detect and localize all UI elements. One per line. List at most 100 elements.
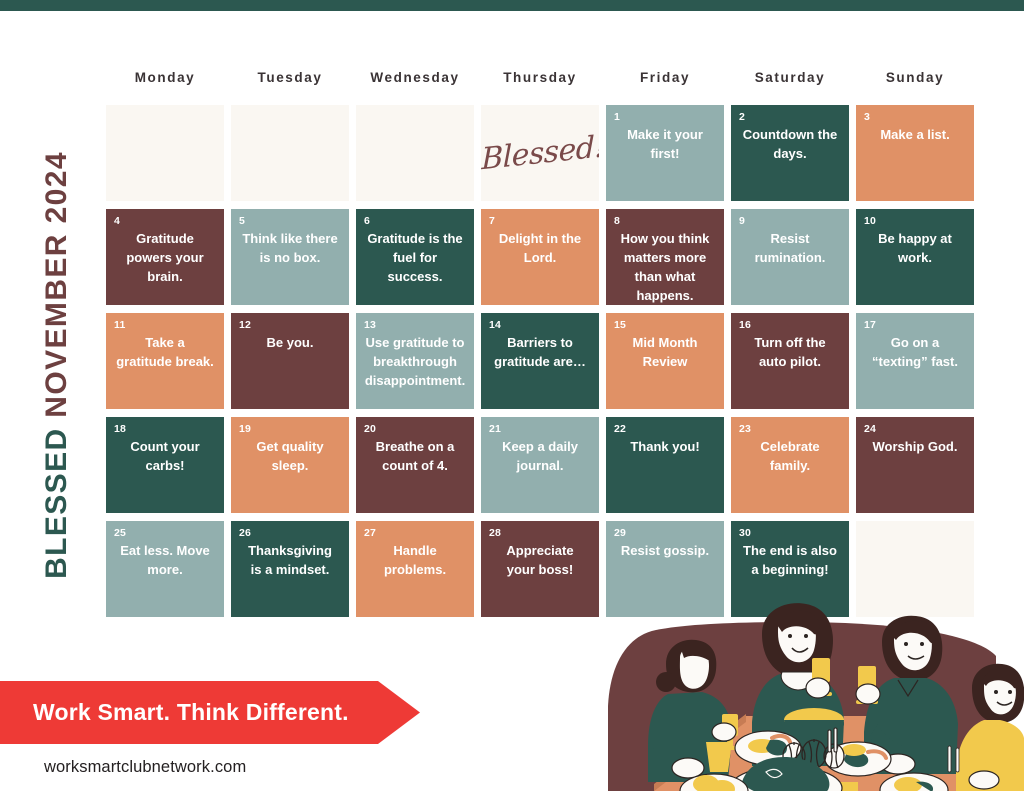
day-prompt-text: Think like there is no box. [242, 231, 338, 265]
day-prompt-text: Gratitude powers your brain. [126, 231, 204, 284]
day-number: 20 [364, 423, 377, 435]
day-prompt-text: Turn off the auto pilot. [754, 335, 826, 369]
day-prompt-text: Worship God. [872, 439, 958, 454]
day-number: 28 [489, 527, 502, 539]
month-title: BLESSED NOVEMBER 2024 [12, 105, 102, 625]
calendar-cell-day-22[interactable]: 22 Thank you! [606, 417, 724, 513]
day-prompt-text: Be happy at work. [878, 231, 952, 265]
calendar-cell-day-29[interactable]: 29 Resist gossip. [606, 521, 724, 617]
day-prompt-text: Make it your first! [627, 127, 703, 161]
calendar-cell-day-12[interactable]: 12 Be you. [231, 313, 349, 409]
calendar-grid: Blessed! 1 Make it your first! 2 Countdown t… [106, 105, 974, 617]
day-prompt-text: Use gratitude to breakthrough disappoint… [364, 335, 466, 388]
calendar-cell-day-10[interactable]: 10 Be happy at work. [856, 209, 974, 305]
calendar-cell-day-2[interactable]: 2 Countdown the days. [731, 105, 849, 201]
calendar-cell-day-5[interactable]: 5 Think like there is no box. [231, 209, 349, 305]
day-number: 22 [614, 423, 627, 435]
day-prompt-text: Breathe on a count of 4. [375, 439, 455, 473]
day-number: 6 [364, 215, 371, 227]
calendar-cell-day-23[interactable]: 23 Celebrate family. [731, 417, 849, 513]
day-number: 17 [864, 319, 877, 331]
day-number: 19 [239, 423, 252, 435]
calendar-page: BLESSED NOVEMBER 2024 Monday Tuesday Wed… [0, 0, 1024, 791]
blessed-script-text: Blessed! [481, 128, 599, 177]
month-title-blessed: BLESSED [40, 417, 74, 579]
day-number: 24 [864, 423, 877, 435]
day-prompt-text: Thank you! [630, 439, 700, 454]
day-prompt-text: Gratitude is the fuel for success. [367, 231, 463, 284]
calendar-cell-day-9[interactable]: 9 Resist rumination. [731, 209, 849, 305]
calendar-cell-day-4[interactable]: 4 Gratitude powers your brain. [106, 209, 224, 305]
weekday-tuesday: Tuesday [257, 70, 323, 85]
day-prompt-text: Handle problems. [383, 543, 447, 577]
day-number: 14 [489, 319, 502, 331]
day-number: 23 [739, 423, 752, 435]
day-prompt-text: Count your carbs! [130, 439, 200, 473]
day-prompt-text: Be you. [266, 335, 314, 350]
day-number: 16 [739, 319, 752, 331]
calendar-cell-day-18[interactable]: 18 Count your carbs! [106, 417, 224, 513]
calendar-cell-empty [856, 521, 974, 617]
day-number: 11 [114, 319, 126, 331]
day-prompt-text: Barriers to gratitude are… [494, 335, 586, 369]
day-number: 1 [614, 111, 621, 123]
day-number: 25 [114, 527, 127, 539]
calendar-cell-day-28[interactable]: 28 Appreciate your boss! [481, 521, 599, 617]
calendar-cell-day-16[interactable]: 16 Turn off the auto pilot. [731, 313, 849, 409]
day-number: 10 [864, 215, 877, 227]
month-title-month-year: NOVEMBER 2024 [40, 151, 74, 418]
day-prompt-text: Go on a “texting” fast. [872, 335, 958, 369]
day-prompt-text: Eat less. Move more. [120, 543, 210, 577]
calendar-cell-day-27[interactable]: 27 Handle problems. [356, 521, 474, 617]
day-number: 29 [614, 527, 627, 539]
calendar-cell-empty [106, 105, 224, 201]
weekday-wednesday: Wednesday [370, 70, 460, 85]
calendar-cell-day-19[interactable]: 19 Get quality sleep. [231, 417, 349, 513]
day-number: 4 [114, 215, 121, 227]
day-prompt-text: Delight in the Lord. [498, 231, 582, 265]
day-prompt-text: The end is also a beginning! [743, 543, 837, 577]
day-prompt-text: Take a gratitude break. [116, 335, 214, 369]
calendar-cell-day-17[interactable]: 17 Go on a “texting” fast. [856, 313, 974, 409]
weekday-friday: Friday [639, 70, 691, 85]
day-prompt-text: Resist rumination. [754, 231, 826, 265]
calendar-cell-day-21[interactable]: 21 Keep a daily journal. [481, 417, 599, 513]
day-number: 12 [239, 319, 252, 331]
day-number: 8 [614, 215, 621, 227]
day-number: 2 [739, 111, 746, 123]
calendar-cell-day-25[interactable]: 25 Eat less. Move more. [106, 521, 224, 617]
calendar-cell-day-24[interactable]: 24 Worship God. [856, 417, 974, 513]
day-number: 13 [364, 319, 377, 331]
day-prompt-text: How you think matters more than what hap… [620, 231, 710, 303]
day-prompt-text: Thanksgiving is a mindset. [248, 543, 332, 577]
day-prompt-text: Keep a daily journal. [502, 439, 578, 473]
calendar-cell-day-26[interactable]: 26 Thanksgiving is a mindset. [231, 521, 349, 617]
day-prompt-text: Make a list. [880, 127, 950, 142]
day-number: 27 [364, 527, 377, 539]
calendar-cell-day-30[interactable]: 30 The end is also a beginning! [731, 521, 849, 617]
calendar-cell-day-1[interactable]: 1 Make it your first! [606, 105, 724, 201]
calendar-cell-day-6[interactable]: 6 Gratitude is the fuel for success. [356, 209, 474, 305]
calendar-cell-day-20[interactable]: 20 Breathe on a count of 4. [356, 417, 474, 513]
weekday-saturday: Saturday [754, 70, 826, 85]
calendar-cell-day-14[interactable]: 14 Barriers to gratitude are… [481, 313, 599, 409]
day-number: 26 [239, 527, 252, 539]
tagline-text: Work Smart. Think Different. [33, 699, 349, 725]
day-prompt-text: Mid Month Review [632, 335, 698, 369]
tagline-banner: Work Smart. Think Different. [0, 681, 420, 744]
weekday-monday: Monday [134, 70, 196, 85]
calendar-cell-day-11[interactable]: 11 Take a gratitude break. [106, 313, 224, 409]
thanksgiving-family-dinner-illustration [596, 596, 1024, 791]
calendar-cell-day-15[interactable]: 15 Mid Month Review [606, 313, 724, 409]
day-number: 15 [614, 319, 627, 331]
day-number: 9 [739, 215, 746, 227]
website-url[interactable]: worksmartclubnetwork.com [44, 758, 246, 777]
day-number: 18 [114, 423, 127, 435]
calendar-cell-day-3[interactable]: 3 Make a list. [856, 105, 974, 201]
calendar-cell-day-7[interactable]: 7 Delight in the Lord. [481, 209, 599, 305]
day-prompt-text: Resist gossip. [620, 543, 710, 558]
day-number: 5 [239, 215, 246, 227]
calendar-cell-day-8[interactable]: 8 How you think matters more than what ha… [606, 209, 724, 305]
day-number: 3 [864, 111, 871, 123]
calendar-cell-day-13[interactable]: 13 Use gratitude to breakthrough disappoi… [356, 313, 474, 409]
